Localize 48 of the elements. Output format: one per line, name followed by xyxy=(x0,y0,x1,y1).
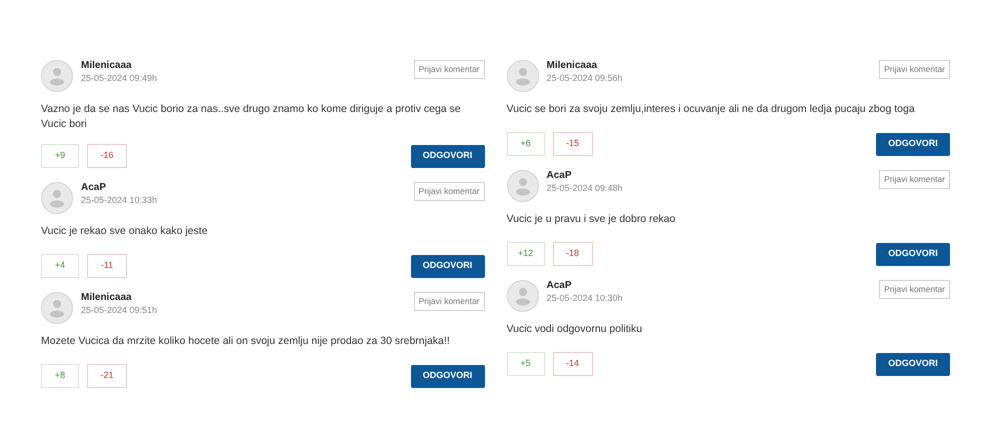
downvote-button[interactable]: -14 xyxy=(552,352,592,376)
reply-button[interactable]: ODGOVORI xyxy=(410,254,484,278)
avatar-icon xyxy=(41,60,73,92)
reply-button[interactable]: ODGOVORI xyxy=(410,364,484,388)
upvote-button[interactable]: +9 xyxy=(41,144,79,168)
reply-button[interactable]: ODGOVORI xyxy=(876,352,950,376)
comment-text: Vucic vodi odgovornu politiku xyxy=(506,322,644,337)
upvote-button[interactable]: +4 xyxy=(41,254,79,278)
author-name: AcaP xyxy=(546,170,573,182)
avatar-icon xyxy=(41,292,73,324)
report-button[interactable]: Prijavi komentar xyxy=(879,170,950,189)
upvote-button[interactable]: +6 xyxy=(506,132,544,156)
author-name: Milenicaaa xyxy=(546,60,598,72)
avatar-icon xyxy=(506,60,538,92)
comment-date: 25-05-2024 09:48h xyxy=(546,182,623,194)
comment-date: 25-05-2024 10:30h xyxy=(546,292,623,304)
reply-button[interactable]: ODGOVORI xyxy=(410,144,484,168)
author-name: AcaP xyxy=(546,280,573,292)
comment-date: 25-05-2024 09:56h xyxy=(546,72,623,84)
upvote-button[interactable]: +5 xyxy=(506,352,544,376)
report-button[interactable]: Prijavi komentar xyxy=(414,60,484,79)
comment-text: Mozete Vucica da mrzite koliko hocete ali on svoju zemlju nije prodao za 30 srebrnjaka!! xyxy=(41,334,451,349)
upvote-button[interactable]: +8 xyxy=(41,364,79,388)
report-button[interactable]: Prijavi komentar xyxy=(879,60,950,79)
reply-button[interactable]: ODGOVORI xyxy=(876,242,950,266)
upvote-button[interactable]: +12 xyxy=(506,242,544,266)
downvote-button[interactable]: -15 xyxy=(552,132,592,156)
downvote-button[interactable]: -11 xyxy=(87,254,127,278)
reply-button[interactable]: ODGOVORI xyxy=(876,132,950,156)
downvote-button[interactable]: -18 xyxy=(552,242,592,266)
comment-text: Vazno je da se nas Vucic borio za nas..sve drugo znamo ko kome diriguje a protiv cega se Vucic bori xyxy=(41,102,462,132)
downvote-button[interactable]: -21 xyxy=(87,364,127,388)
comment-text: Vucic je u pravu i sve je dobro rekao xyxy=(506,212,676,227)
comment-date: 25-05-2024 09:49h xyxy=(81,72,158,84)
report-button[interactable]: Prijavi komentar xyxy=(414,292,484,311)
avatar-icon xyxy=(506,170,538,202)
avatar-icon xyxy=(41,182,73,214)
author-name: Milenicaaa xyxy=(81,60,133,72)
author-name: Milenicaaa xyxy=(81,292,133,304)
author-name: AcaP xyxy=(81,182,108,194)
report-button[interactable]: Prijavi komentar xyxy=(879,280,950,299)
avatar-icon xyxy=(506,280,538,312)
comment-date: 25-05-2024 09:51h xyxy=(81,304,158,316)
comment-date: 25-05-2024 10:33h xyxy=(81,194,158,206)
comment-text: Vucic se bori za svoju zemlju,interes i ocuvanje ali ne da drugom ledja pucaju zbog toga xyxy=(506,102,916,117)
report-button[interactable]: Prijavi komentar xyxy=(414,182,484,201)
comment-text: Vucic je rekao sve onako kako jeste xyxy=(41,224,209,239)
downvote-button[interactable]: -16 xyxy=(87,144,127,168)
